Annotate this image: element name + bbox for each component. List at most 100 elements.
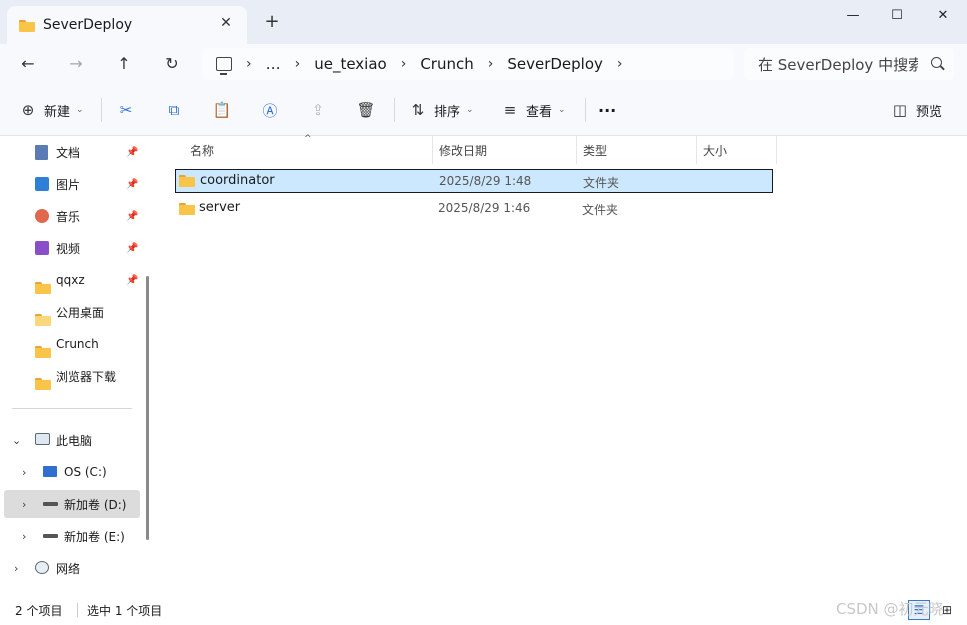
close-tab-icon[interactable]: ✕ (217, 15, 235, 31)
column-divider[interactable] (696, 136, 697, 164)
command-bar: ⊕ 新建 ⌄ ✂ ⧉ 📋 Ⓐ ⇪ 🗑 ⇅ 排序 ⌄ ≡ 查看 ⌄ ··· ◫ 预… (0, 84, 967, 136)
chevron-down-icon[interactable]: ⌄ (12, 434, 21, 447)
breadcrumb-crunch[interactable]: Crunch (420, 55, 473, 73)
sidebar-item-label: Crunch (56, 337, 99, 351)
pin-icon[interactable]: 📌 (126, 275, 138, 286)
more-options-button[interactable]: ··· (598, 98, 616, 122)
column-header-modified[interactable]: 修改日期 (439, 136, 487, 164)
sidebar-item-pictures[interactable]: 图片 📌 (0, 170, 142, 198)
chevron-right-icon[interactable]: › (22, 530, 26, 543)
maximize-button[interactable]: ☐ (874, 4, 920, 28)
pin-icon[interactable]: 📌 (126, 179, 138, 190)
forward-button[interactable]: → (62, 52, 90, 76)
address-bar[interactable]: › … › ue_texiao › Crunch › SeverDeploy › (202, 48, 734, 80)
tab-title: SeverDeploy (43, 17, 133, 33)
sidebar-item-label: 新加卷 (D:) (64, 497, 127, 512)
sidebar-item-crunch[interactable]: Crunch (0, 330, 142, 358)
sidebar-item-documents[interactable]: 文档 📌 (0, 138, 142, 166)
breadcrumb-severdeploy[interactable]: SeverDeploy (507, 55, 603, 73)
status-divider (77, 603, 78, 617)
search-icon[interactable] (931, 57, 942, 68)
chevron-right-icon[interactable]: › (617, 56, 623, 72)
new-label: 新建 (44, 104, 71, 120)
chevron-right-icon[interactable]: › (22, 498, 26, 511)
documents-icon (35, 145, 48, 160)
pin-icon[interactable]: 📌 (126, 211, 138, 222)
sidebar-scrollbar-thumb[interactable] (146, 276, 149, 540)
close-window-button[interactable]: ✕ (920, 4, 966, 28)
sidebar-item-drive-d[interactable]: › 新加卷 (D:) (4, 490, 140, 518)
pin-icon[interactable]: 📌 (126, 147, 138, 158)
paste-icon: 📋 (212, 101, 232, 119)
sidebar-item-label: 视频 (56, 241, 81, 256)
sidebar-item-drive-c[interactable]: › OS (C:) (0, 458, 142, 486)
preview-pane-icon: ◫ (892, 101, 908, 119)
chevron-right-icon[interactable]: › (22, 466, 26, 479)
paste-button[interactable]: 📋 (212, 98, 232, 122)
folder-icon (179, 202, 195, 215)
sidebar-item-browser-downloads[interactable]: 浏览器下载 (0, 362, 142, 390)
sidebar-item-network[interactable]: › 网络 (0, 554, 142, 582)
share-button[interactable]: ⇪ (308, 98, 328, 122)
windows-drive-icon (43, 466, 57, 477)
breadcrumb-ue-texiao[interactable]: ue_texiao (314, 55, 387, 73)
sidebar-item-music[interactable]: 音乐 📌 (0, 202, 142, 230)
chevron-right-icon[interactable]: › (401, 56, 407, 72)
column-divider[interactable] (576, 136, 577, 164)
file-row-server[interactable]: server 2025/8/29 1:46 文件夹 (175, 197, 773, 221)
folder-icon (179, 174, 195, 187)
search-placeholder[interactable]: 在 SeverDeploy 中搜索 (758, 54, 918, 75)
tab-severdeploy[interactable]: SeverDeploy ✕ (7, 6, 247, 44)
title-bar: SeverDeploy ✕ + — ☐ ✕ (0, 0, 967, 44)
column-header-type[interactable]: 类型 (583, 136, 607, 164)
folder-icon (35, 377, 51, 390)
navigation-pane: 文档 📌 图片 📌 音乐 📌 视频 📌 qqxz 📌 公用桌面 Crunch 浏… (0, 136, 158, 596)
sidebar-item-label: 公用桌面 (56, 305, 105, 320)
preview-button[interactable]: ◫ 预览 (890, 98, 942, 122)
chevron-right-icon[interactable]: › (488, 56, 494, 72)
rename-icon: Ⓐ (262, 101, 278, 120)
chevron-down-icon: ⌄ (76, 105, 84, 115)
chevron-right-icon[interactable]: › (295, 56, 301, 72)
navigation-bar: ← → ↑ ↻ › … › ue_texiao › Crunch › Sever… (0, 44, 967, 84)
status-bar: 2 个项目 选中 1 个项目 ☰ ⊞ (0, 596, 967, 625)
column-divider[interactable] (776, 136, 777, 164)
cut-button[interactable]: ✂ (116, 98, 136, 122)
view-button[interactable]: ≡ 查看 ⌄ (500, 98, 566, 122)
back-button[interactable]: ← (14, 52, 42, 76)
rename-button[interactable]: Ⓐ (260, 98, 280, 122)
file-row-coordinator[interactable]: coordinator 2025/8/29 1:48 文件夹 (175, 169, 773, 193)
sidebar-item-drive-e[interactable]: › 新加卷 (E:) (0, 522, 142, 550)
sidebar-item-label: 文档 (56, 145, 81, 160)
column-header-name[interactable]: 名称 (190, 136, 214, 164)
chevron-right-icon[interactable]: › (246, 56, 252, 72)
folder-icon (35, 281, 51, 294)
sort-button[interactable]: ⇅ 排序 ⌄ (408, 98, 474, 122)
computer-icon[interactable] (216, 57, 232, 75)
new-button[interactable]: ⊕ 新建 ⌄ (18, 98, 84, 122)
new-tab-button[interactable]: + (262, 12, 282, 32)
up-button[interactable]: ↑ (110, 52, 138, 76)
pin-icon[interactable]: 📌 (126, 243, 138, 254)
folder-icon (19, 19, 35, 32)
breadcrumb-overflow[interactable]: … (266, 55, 281, 73)
delete-icon: 🗑 (356, 101, 376, 119)
minimize-button[interactable]: — (830, 4, 876, 28)
search-input[interactable]: 在 SeverDeploy 中搜索 (744, 48, 954, 80)
sidebar-item-videos[interactable]: 视频 📌 (0, 234, 142, 262)
sidebar-item-qqxz[interactable]: qqxz 📌 (0, 266, 142, 294)
cut-icon: ✂ (119, 101, 133, 119)
delete-button[interactable]: 🗑 (356, 98, 376, 122)
sort-label: 排序 (434, 104, 461, 120)
pictures-icon (35, 177, 49, 191)
sidebar-item-label: 网络 (56, 561, 81, 576)
column-header-size[interactable]: 大小 (703, 136, 727, 164)
copy-button[interactable]: ⧉ (164, 98, 184, 122)
chevron-right-icon[interactable]: › (14, 562, 18, 575)
sidebar-item-label: 图片 (56, 177, 81, 192)
drive-icon (43, 534, 58, 538)
sidebar-item-public-desktop[interactable]: 公用桌面 (0, 298, 142, 326)
sidebar-item-this-pc[interactable]: ⌄ 此电脑 (0, 426, 142, 454)
refresh-button[interactable]: ↻ (158, 52, 186, 76)
column-divider[interactable] (432, 136, 433, 164)
